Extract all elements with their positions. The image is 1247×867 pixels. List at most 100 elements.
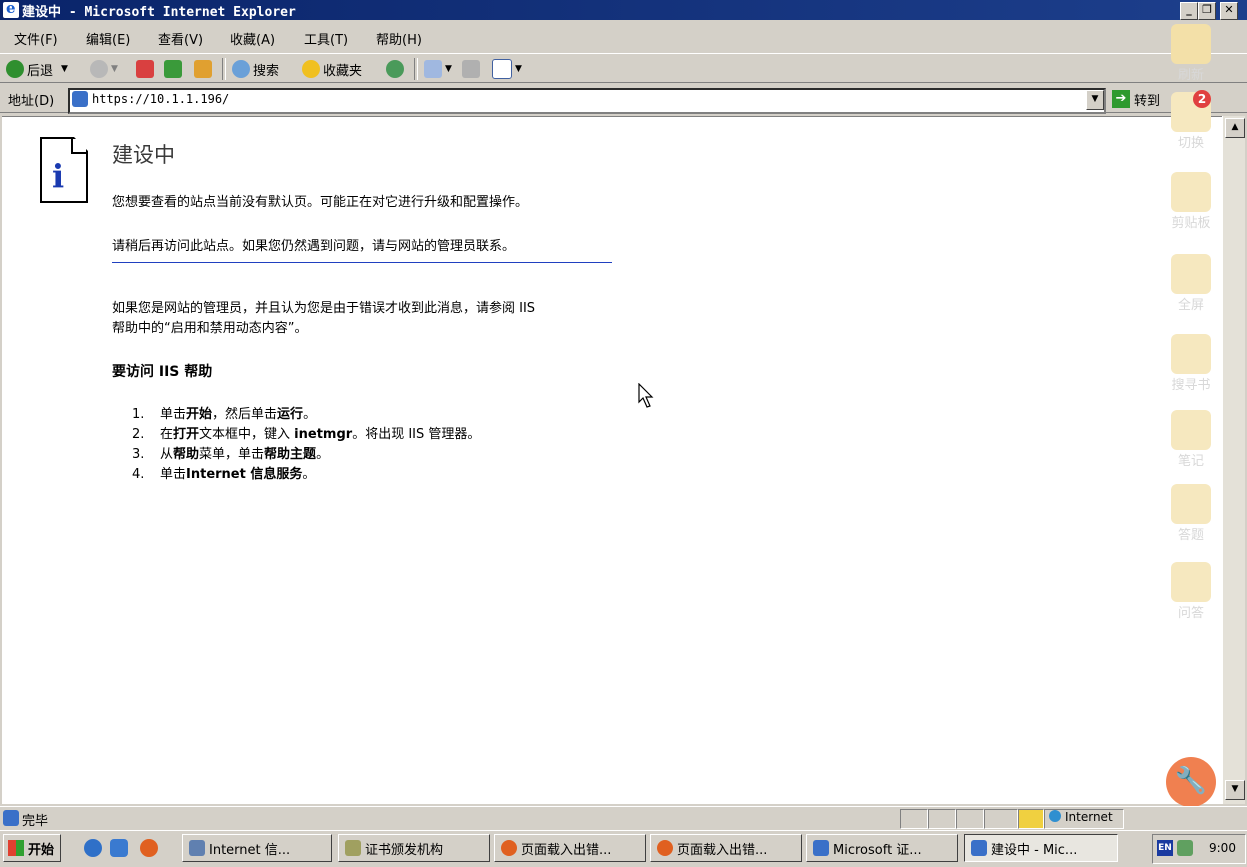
go-button[interactable]: ➔ 转到 — [1112, 89, 1160, 109]
fullscreen-icon — [1171, 254, 1211, 294]
menu-help[interactable]: 帮助(H) — [376, 29, 422, 48]
maximize-button[interactable]: ❐ — [1198, 2, 1216, 20]
status-panel — [984, 809, 1018, 829]
paragraph-no-default-page: 您想要查看的站点当前没有默认页。可能正在对它进行升级和配置操作。 — [112, 195, 529, 210]
ie-quicklaunch-icon[interactable] — [84, 839, 102, 857]
vertical-scrollbar[interactable]: ▲ ▼ — [1222, 116, 1245, 804]
stop-button[interactable] — [136, 58, 157, 80]
firefox-quicklaunch-icon[interactable] — [140, 839, 158, 857]
dock-qa[interactable]: 问答 — [1166, 562, 1216, 621]
mail-button[interactable]: ▼ — [424, 58, 452, 80]
start-button[interactable]: 开始 — [3, 834, 61, 862]
clock: 9:00 — [1209, 841, 1236, 855]
dock-answer[interactable]: 答题 — [1166, 484, 1216, 543]
address-label: 地址(D) — [8, 94, 55, 109]
book-icon — [1171, 334, 1211, 374]
home-icon — [194, 60, 212, 78]
task-building-page[interactable]: 建设中 - Mic... — [964, 834, 1118, 862]
menu-file[interactable]: 文件(F) — [14, 29, 58, 48]
paragraph-retry: 请稍后再访问此站点。如果您仍然遇到问题，请与网站的管理员联系。 — [112, 239, 516, 254]
print-icon — [462, 60, 480, 78]
address-input[interactable] — [92, 91, 1072, 107]
list-item: 3. 从帮助菜单，单击帮助主题。 — [132, 447, 330, 462]
search-icon — [232, 60, 250, 78]
section-heading-iis-help: 要访问 IIS 帮助 — [112, 364, 213, 380]
network-icon[interactable] — [1177, 840, 1193, 856]
status-panel — [956, 809, 984, 829]
task-iis-manager[interactable]: Internet 信... — [182, 834, 332, 862]
system-tray: EN 9:00 — [1152, 834, 1246, 864]
language-indicator[interactable]: EN — [1157, 840, 1173, 856]
task-cert-authority[interactable]: 证书颁发机构 — [338, 834, 490, 862]
back-button[interactable]: 后退 ▼ — [6, 58, 68, 80]
standard-toolbar: 后退 ▼ ▼ 搜索 收藏夹 ▼ ▼ — [0, 53, 1247, 83]
list-item: 4. 单击Internet 信息服务。 — [132, 467, 316, 482]
forward-dropdown-icon: ▼ — [111, 64, 118, 74]
forward-button[interactable]: ▼ — [90, 58, 118, 80]
explorer-quicklaunch-icon[interactable] — [110, 839, 128, 857]
minimize-button[interactable]: _ — [1180, 2, 1198, 20]
certificate-icon — [345, 840, 361, 856]
refresh-button[interactable] — [164, 58, 185, 80]
firefox-icon — [501, 840, 517, 856]
dock-clipboard[interactable]: 剪贴板 — [1166, 172, 1216, 231]
task-microsoft-cert[interactable]: Microsoft 证... — [806, 834, 958, 862]
window-titlebar: 建设中 - Microsoft Internet Explorer _ ❐ ✕ — [0, 0, 1247, 20]
edit-button[interactable]: ▼ — [492, 58, 522, 80]
ie-icon — [971, 840, 987, 856]
go-arrow-icon: ➔ — [1112, 90, 1130, 108]
home-button[interactable] — [194, 58, 215, 80]
favorites-label: 收藏夹 — [323, 63, 363, 79]
back-arrow-icon — [6, 60, 24, 78]
scroll-up-icon[interactable]: ▲ — [1225, 118, 1245, 138]
address-field[interactable]: ▼ — [68, 88, 1106, 114]
print-button[interactable] — [462, 58, 483, 80]
menu-favorites[interactable]: 收藏(A) — [230, 29, 275, 48]
close-button[interactable]: ✕ — [1220, 2, 1238, 20]
page-icon — [72, 91, 88, 107]
taskbar: 开始 Internet 信... 证书颁发机构 页面载入出错... 页面载入出错… — [0, 830, 1247, 867]
list-item: 2. 在打开文本框中，键入 inetmgr。将出现 IIS 管理器。 — [132, 427, 481, 442]
dock-notes[interactable]: 笔记 — [1166, 410, 1216, 469]
dock-switch[interactable]: 2 切换 — [1166, 90, 1216, 151]
qa-icon — [1171, 562, 1211, 602]
status-panel — [928, 809, 956, 829]
divider — [112, 262, 612, 263]
mouse-cursor-icon — [638, 383, 654, 408]
pen-icon — [1171, 410, 1211, 450]
task-firefox-error-1[interactable]: 页面载入出错... — [494, 834, 646, 862]
page-done-icon — [3, 810, 19, 826]
word-edit-icon — [492, 59, 512, 79]
scroll-down-icon[interactable]: ▼ — [1225, 780, 1245, 800]
edit-dropdown-icon: ▼ — [515, 64, 522, 74]
menu-edit[interactable]: 编辑(E) — [86, 29, 130, 48]
history-button[interactable] — [386, 58, 407, 80]
dock-search-book[interactable]: 搜寻书 — [1166, 334, 1216, 393]
history-icon — [386, 60, 404, 78]
dock-fullscreen[interactable]: 全屏 — [1166, 254, 1216, 313]
forward-arrow-icon — [90, 60, 108, 78]
menu-view[interactable]: 查看(V) — [158, 29, 203, 48]
info-icon: i — [40, 137, 88, 203]
menu-tools[interactable]: 工具(T) — [304, 29, 348, 48]
notification-badge: 2 — [1193, 90, 1211, 108]
paragraph-admin-line1: 如果您是网站的管理员，并且认为您是由于错误才收到此消息，请参阅 IIS — [112, 301, 536, 316]
search-label: 搜索 — [253, 63, 280, 79]
windows-logo-icon — [8, 840, 24, 856]
favorites-button[interactable]: 收藏夹 — [302, 58, 362, 80]
tools-wrench-icon[interactable]: 🔧 — [1166, 757, 1216, 807]
toolbar-separator — [414, 58, 418, 80]
security-zone: Internet — [1044, 809, 1124, 829]
scissors-icon — [1171, 172, 1211, 212]
page-content: i 建设中 您想要查看的站点当前没有默认页。可能正在对它进行升级和配置操作。 请… — [2, 116, 1222, 804]
back-label: 后退 — [27, 63, 54, 79]
mail-icon — [424, 60, 442, 78]
task-firefox-error-2[interactable]: 页面载入出错... — [650, 834, 802, 862]
address-dropdown-icon[interactable]: ▼ — [1086, 90, 1104, 110]
address-bar: 地址(D) ▼ ➔转到 — [0, 85, 1247, 114]
iis-icon — [189, 840, 205, 856]
firefox-icon — [657, 840, 673, 856]
globe-icon — [1049, 810, 1061, 822]
dock-refresh[interactable]: 刷新 — [1166, 24, 1216, 83]
search-button[interactable]: 搜索 — [232, 58, 279, 80]
